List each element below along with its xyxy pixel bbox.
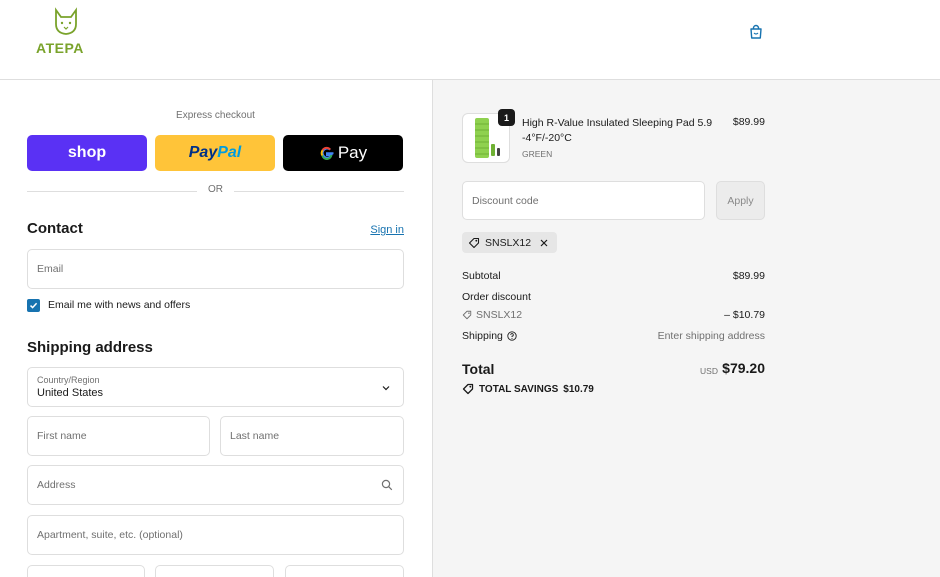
total-label: Total	[462, 361, 495, 377]
savings-value: $10.79	[563, 383, 594, 395]
help-icon[interactable]	[507, 331, 517, 341]
apply-discount-button[interactable]: Apply	[716, 181, 765, 220]
discount-code-line: SNSLX12	[462, 309, 522, 321]
order-discount-label: Order discount	[462, 291, 531, 303]
email-placeholder: Email	[37, 263, 64, 275]
address-field[interactable]: Address	[27, 465, 404, 505]
subtotal-label: Subtotal	[462, 270, 501, 282]
header: ATEPA	[0, 0, 940, 80]
country-value: United States	[37, 387, 104, 399]
cat-logo-icon	[55, 7, 77, 35]
country-label: Country/Region	[37, 375, 100, 385]
paypal-button[interactable]: PayPal	[155, 135, 275, 171]
applied-discount-code: SNSLX12	[485, 236, 532, 249]
tag-icon	[462, 383, 474, 395]
google-pay-label: Pay	[337, 143, 368, 162]
google-pay-button[interactable]: Pay	[283, 135, 403, 171]
brand-name: ATEPA	[36, 40, 84, 56]
last-name-placeholder: Last name	[230, 430, 280, 442]
contact-title: Contact	[27, 220, 83, 237]
cart-button[interactable]	[746, 22, 766, 42]
product-price: $89.99	[732, 116, 765, 128]
discount-code-input[interactable]: Discount code	[462, 181, 705, 220]
discount-code-text: SNSLX12	[476, 309, 523, 321]
tag-icon	[468, 237, 480, 248]
total-savings: TOTAL SAVINGS $10.79	[462, 383, 594, 395]
sign-in-link[interactable]: Sign in	[370, 224, 404, 236]
chevron-down-icon	[382, 386, 390, 391]
first-name-placeholder: First name	[37, 430, 87, 442]
total-value: $79.20	[722, 360, 765, 376]
or-divider: OR	[27, 184, 404, 198]
discount-placeholder: Discount code	[472, 195, 539, 207]
shipping-label: Shipping	[462, 330, 503, 342]
subtotal-value: $89.99	[732, 270, 765, 282]
quantity-badge: 1	[498, 109, 515, 126]
applied-discount-chip: SNSLX12	[462, 232, 558, 253]
shipping-value: Enter shipping address	[657, 330, 765, 342]
newsletter-checkbox[interactable]	[27, 299, 40, 312]
apartment-placeholder: Apartment, suite, etc. (optional)	[37, 529, 183, 541]
country-select[interactable]: Country/Region United States	[27, 367, 404, 407]
email-field[interactable]: Email	[27, 249, 404, 289]
shipping-row-label: Shipping	[462, 330, 517, 342]
zip-field[interactable]	[285, 565, 404, 577]
product-variant: GREEN	[522, 149, 553, 159]
paypal-logo: PayPal	[188, 144, 242, 161]
shopping-bag-icon	[750, 24, 762, 39]
express-checkout-label: Express checkout	[176, 110, 255, 121]
shipping-address-title: Shipping address	[27, 339, 153, 356]
first-name-field[interactable]: First name	[27, 416, 210, 456]
state-field[interactable]	[155, 565, 274, 577]
last-name-field[interactable]: Last name	[220, 416, 404, 456]
or-label: OR	[208, 184, 223, 195]
city-field[interactable]	[27, 565, 145, 577]
newsletter-label: Email me with news and offers	[48, 299, 191, 311]
tag-icon	[462, 310, 472, 320]
shop-pay-button[interactable]: shop	[27, 135, 147, 171]
apartment-field[interactable]: Apartment, suite, etc. (optional)	[27, 515, 404, 555]
checkmark-icon	[29, 302, 38, 309]
product-name: High R-Value Insulated Sleeping Pad 5.9 …	[522, 117, 713, 144]
discount-value: – $10.79	[724, 309, 765, 321]
address-placeholder: Address	[37, 479, 76, 491]
google-g-icon	[320, 146, 334, 160]
savings-label: TOTAL SAVINGS	[479, 383, 559, 395]
shop-pay-label: shop	[67, 144, 107, 161]
search-icon	[381, 479, 393, 491]
close-icon[interactable]	[539, 238, 549, 248]
